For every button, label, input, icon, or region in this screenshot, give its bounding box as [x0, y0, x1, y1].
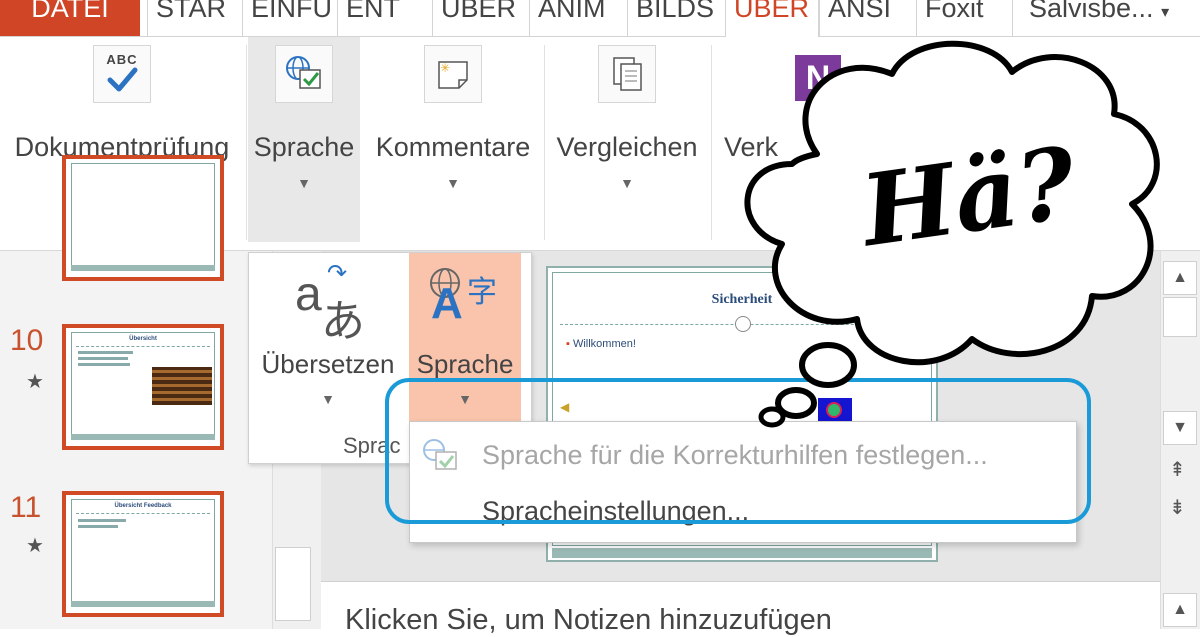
notes-pane[interactable]: Klicken Sie, um Notizen hinzuzufügen — [321, 581, 1160, 636]
slide-bullet: ▪ Willkommen! — [566, 338, 636, 350]
svg-text:✳: ✳ — [440, 61, 450, 75]
chevron-down-icon: ▼ — [620, 175, 634, 191]
language-label: Sprache — [416, 349, 514, 379]
language-globe-icon — [275, 45, 333, 103]
comments-button[interactable]: ✳ Kommentare ▼ — [366, 37, 540, 242]
translate-button[interactable]: a あ ↷ Übersetzen ▼ — [253, 253, 403, 413]
chevron-down-icon: ▼ — [321, 391, 335, 407]
translate-glyph-japanese: あ — [321, 297, 365, 346]
slide-thumbnail[interactable]: Übersicht Feedback — [62, 491, 224, 617]
arrow-icon: ↷ — [327, 260, 348, 287]
next-slide-icon[interactable]: ⇟ — [1169, 495, 1186, 520]
slide-footer-band — [552, 548, 932, 558]
translate-icon: a あ ↷ — [293, 260, 373, 346]
previous-slide-icon[interactable]: ⇞ — [1169, 457, 1186, 482]
comments-label: Kommentare — [375, 132, 531, 162]
slide-thumbnail-title: Übersicht — [129, 336, 157, 342]
chevron-down-icon: ▼ — [297, 175, 311, 191]
notes-placeholder[interactable]: Klicken Sie, um Notizen hinzuzufügen — [345, 604, 832, 637]
tab-design[interactable]: ENT — [337, 0, 432, 36]
animation-star-icon: ★ — [26, 535, 44, 557]
slide-bullet-text: Willkommen! — [572, 338, 636, 350]
slide-thumbnail-title: Übersicht Feedback — [114, 503, 172, 509]
ribbon-group-divider — [544, 45, 545, 240]
slide-number: 11 — [10, 491, 42, 524]
language-button[interactable]: Sprache ▼ — [248, 37, 360, 242]
slide-thumbnail[interactable] — [62, 155, 224, 281]
spellcheck-abc-icon: ABC — [93, 45, 151, 103]
user-account-menu[interactable]: Salvisbe... ▾ — [1012, 0, 1200, 36]
scrollbar-thumb[interactable] — [275, 547, 311, 621]
chevron-down-icon: ▼ — [446, 175, 460, 191]
ribbon-group-divider — [246, 45, 247, 240]
slide-thumbnail-panel: 10 ★ Übersicht 11 ★ Übersicht Feedback — [0, 155, 272, 629]
tab-review[interactable]: ÜBER — [725, 0, 819, 37]
notes-scroll-up-icon[interactable]: ▲ — [1163, 593, 1197, 627]
language-label: Sprache — [253, 132, 355, 162]
slide-image — [152, 367, 212, 405]
comment-icon: ✳ — [424, 45, 482, 103]
animation-star-icon: ★ — [26, 371, 44, 393]
language-glyph-cjk: 字 — [467, 276, 497, 309]
chevron-down-icon: ▾ — [1161, 4, 1170, 21]
slide-number: 10 — [10, 324, 44, 357]
language-glyph-latin: A — [431, 279, 463, 328]
tab-file[interactable]: DATEI — [0, 0, 140, 36]
tab-view[interactable]: ANSI — [819, 0, 916, 36]
tab-animations[interactable]: ANIM — [529, 0, 627, 36]
user-name: Salvisbe... — [1029, 0, 1154, 23]
ribbon-tab-bar: DATEI STAR EINFÜ ENT ÜBER ANIM BILDS ÜBE… — [0, 0, 1200, 37]
compare-label: Vergleichen — [556, 132, 698, 162]
translate-glyph-latin: a — [295, 268, 322, 321]
tab-slideshow[interactable]: BILDS — [627, 0, 725, 36]
tab-transitions[interactable]: ÜBER — [432, 0, 529, 36]
language-a-icon: A 字 — [427, 261, 507, 341]
translate-label: Übersetzen — [261, 349, 395, 379]
compare-icon — [598, 45, 656, 103]
bullet-icon: ▪ — [566, 338, 570, 350]
tab-insert[interactable]: EINFÜ — [242, 0, 337, 36]
compare-button[interactable]: Vergleichen ▼ — [546, 37, 708, 242]
ribbon-group-divider — [711, 45, 712, 240]
tab-foxit[interactable]: Foxit — [916, 0, 1012, 36]
tab-start[interactable]: STAR — [147, 0, 242, 36]
slide-thumbnail[interactable]: Übersicht — [62, 324, 224, 450]
